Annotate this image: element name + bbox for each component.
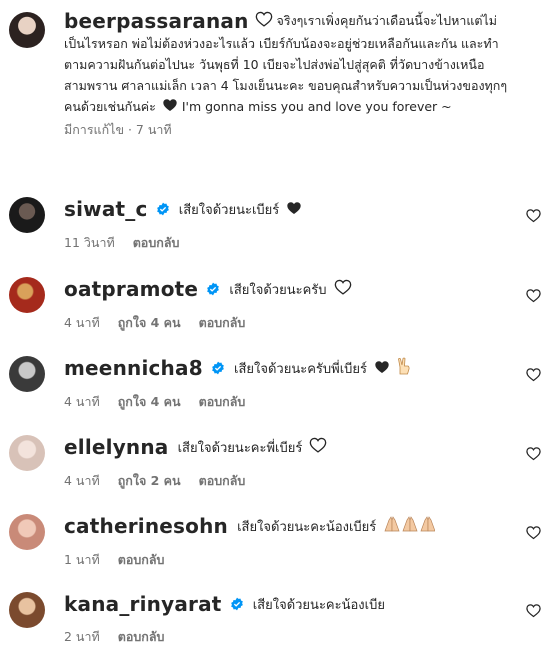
comment-time[interactable]: 4 นาที — [64, 315, 100, 330]
verified-badge-icon — [212, 361, 224, 375]
avatar[interactable] — [9, 12, 45, 48]
avatar[interactable] — [9, 197, 45, 233]
comment-item: siwat_c เสียใจด้วยนะเบียร์ 11 วินาที ตอบ… — [0, 195, 551, 255]
comment-meta: 11 วินาที ตอบกลับ — [64, 233, 193, 253]
caption-time[interactable]: 7 นาที — [136, 122, 172, 137]
edited-label: มีการแก้ไข — [64, 121, 124, 137]
comment-meta: 4 นาที ถูกใจ 4 คน ตอบกลับ — [64, 313, 259, 333]
comment-text: เสียใจด้วยนะครับ — [229, 282, 327, 298]
avatar[interactable] — [9, 435, 45, 471]
reply-button[interactable]: ตอบกลับ — [133, 235, 180, 250]
comment-text: เสียใจด้วยนะคะน้องเบียร์ — [237, 519, 377, 535]
comment-item: oatpramote เสียใจด้วยนะครับ 4 นาที ถูกใจ… — [0, 275, 551, 335]
reply-button[interactable]: ตอบกลับ — [118, 629, 165, 644]
comment-item: catherinesohn เสียใจด้วยนะคะน้องเบียร์ 1… — [0, 512, 551, 572]
comment-time[interactable]: 11 วินาที — [64, 235, 115, 250]
avatar[interactable] — [9, 277, 45, 313]
comment-item: kana_rinyarat เสียใจด้วยนะคะน้องเบีย 2 น… — [0, 590, 551, 650]
likes-count[interactable]: ถูกใจ 4 คน — [118, 394, 181, 409]
comment-text: เสียใจด้วยนะคะน้องเบีย — [252, 597, 385, 613]
comment-time[interactable]: 2 นาที — [64, 629, 100, 644]
comment-username[interactable]: siwat_c — [64, 197, 148, 221]
black-heart-emoji — [162, 97, 178, 118]
caption-block: beerpassaranan จริงๆเราเพิ่งคุยกันว่าเดื… — [0, 0, 551, 175]
comment-username[interactable]: catherinesohn — [64, 514, 228, 538]
comment-meta: 2 นาที ตอบกลับ — [64, 627, 178, 647]
comment-text: เสียใจด้วยนะคะพี่เบียร์ — [177, 440, 303, 456]
avatar[interactable] — [9, 514, 45, 550]
folded-hands-emoji — [383, 516, 436, 536]
black-heart-emoji — [374, 359, 390, 378]
caption-text: beerpassaranan จริงๆเราเพิ่งคุยกันว่าเดื… — [64, 10, 511, 118]
comment-meta: 4 นาที ถูกใจ 4 คน ตอบกลับ — [64, 392, 259, 412]
comment-text: เสียใจด้วยนะครับพี่เบียร์ — [234, 361, 367, 377]
comment-username[interactable]: meennicha8 — [64, 356, 203, 380]
comment-time[interactable]: 4 นาที — [64, 394, 100, 409]
reply-button[interactable]: ตอบกลับ — [199, 394, 246, 409]
verified-badge-icon — [230, 597, 243, 611]
like-heart-icon[interactable] — [526, 288, 541, 303]
reply-button[interactable]: ตอบกลับ — [199, 473, 246, 488]
like-heart-icon[interactable] — [526, 446, 541, 461]
heart-outline-emoji — [255, 11, 273, 33]
verified-badge-icon — [207, 282, 220, 296]
comment-meta: 1 นาที ตอบกลับ — [64, 550, 178, 570]
comment-username[interactable]: kana_rinyarat — [64, 592, 222, 616]
reply-button[interactable]: ตอบกลับ — [199, 315, 246, 330]
reply-button[interactable]: ตอบกลับ — [118, 552, 165, 567]
caption-meta: มีการแก้ไข · 7 นาที — [64, 121, 172, 137]
victory-hand-emoji — [397, 357, 411, 379]
like-heart-icon[interactable] — [526, 603, 541, 618]
heart-outline-emoji — [334, 279, 352, 299]
comment-username[interactable]: ellelynna — [64, 435, 169, 459]
comment-text: เสียใจด้วยนะเบียร์ — [178, 202, 280, 218]
likes-count[interactable]: ถูกใจ 4 คน — [118, 315, 181, 330]
comment-meta: 4 นาที ถูกใจ 2 คน ตอบกลับ — [64, 471, 259, 491]
verified-badge-icon — [156, 202, 169, 216]
comment-time[interactable]: 4 นาที — [64, 473, 100, 488]
comment-username[interactable]: oatpramote — [64, 277, 198, 301]
like-heart-icon[interactable] — [526, 367, 541, 382]
comment-item: ellelynna เสียใจด้วยนะคะพี่เบียร์ 4 นาที… — [0, 433, 551, 493]
caption-username[interactable]: beerpassaranan — [64, 9, 249, 33]
black-heart-emoji — [286, 200, 302, 219]
avatar[interactable] — [9, 592, 45, 628]
caption-body-end: I'm gonna miss you and love you forever … — [181, 98, 452, 114]
likes-count[interactable]: ถูกใจ 2 คน — [118, 473, 181, 488]
avatar[interactable] — [9, 356, 45, 392]
comment-time[interactable]: 1 นาที — [64, 552, 100, 567]
like-heart-icon[interactable] — [526, 525, 541, 540]
like-heart-icon[interactable] — [526, 208, 541, 223]
heart-outline-emoji — [309, 437, 327, 457]
comment-item: meennicha8 เสียใจด้วยนะครับพี่เบียร์ 4 น… — [0, 354, 551, 414]
